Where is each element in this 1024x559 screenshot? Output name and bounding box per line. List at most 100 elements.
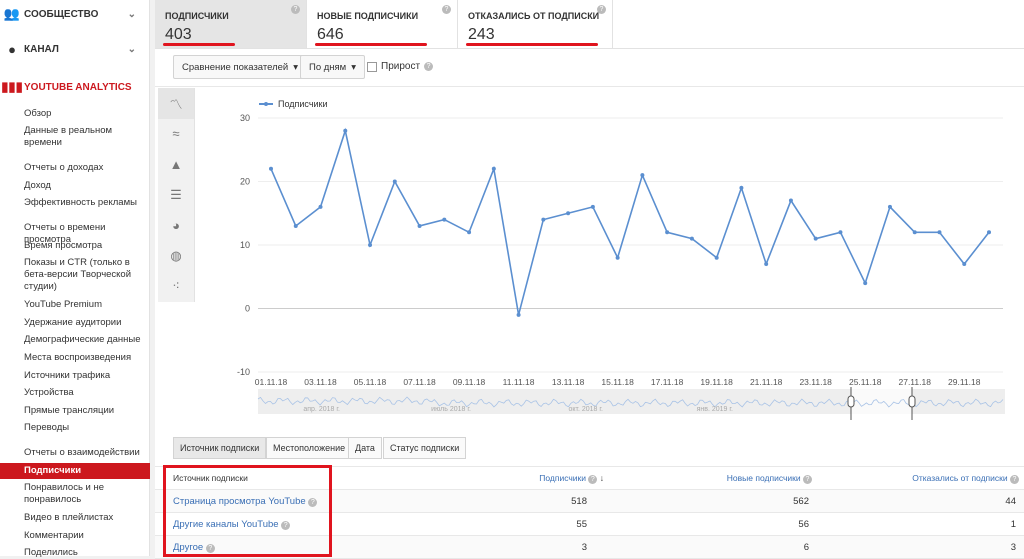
data-point — [393, 180, 397, 184]
sidebar-item[interactable]: Демографические данные — [24, 334, 142, 346]
range-handle[interactable] — [909, 396, 915, 407]
sidebar-item[interactable]: Источники трафика — [24, 370, 142, 382]
y-tick-label: -10 — [237, 367, 250, 377]
data-point — [442, 218, 446, 222]
data-point — [492, 167, 496, 171]
sidebar-item[interactable]: Доход — [24, 180, 142, 192]
sidebar-item[interactable]: Места воспроизведения — [24, 352, 142, 364]
data-point — [838, 230, 842, 234]
x-tick-label: 23.11.18 — [799, 377, 832, 387]
data-point — [789, 199, 793, 203]
help-icon: ? — [803, 475, 812, 484]
data-point — [566, 211, 570, 215]
sidebar-item[interactable]: Поделились — [24, 547, 142, 559]
sort-unsubscribed[interactable]: Отказались от подписки ? — [912, 473, 1019, 484]
data-point — [418, 224, 422, 228]
data-point — [640, 173, 644, 177]
data-point — [269, 167, 273, 171]
sidebar-item[interactable]: Отчеты о доходах — [24, 162, 142, 174]
sidebar-item[interactable]: YouTube Premium — [24, 299, 142, 311]
data-point — [665, 230, 669, 234]
main-panel: ПОДПИСЧИКИ 403 ? НОВЫЕ ПОДПИСЧИКИ 646 ? … — [155, 0, 1024, 556]
data-point — [343, 129, 347, 133]
y-tick-label: 30 — [240, 113, 250, 123]
x-tick-label: 07.11.18 — [403, 377, 436, 387]
data-point — [690, 237, 694, 241]
sort-subscribers[interactable]: Подписчики ? ↓ — [539, 473, 604, 484]
people-icon: 👥 — [0, 6, 24, 22]
sidebar-item[interactable]: Переводы — [24, 422, 142, 434]
navigator-label: июль 2018 г. — [431, 406, 471, 413]
data-point — [913, 230, 917, 234]
tab-subscription-source[interactable]: Источник подписки — [173, 437, 266, 459]
chevron-down-icon: ⌄ — [128, 44, 136, 55]
data-point — [764, 262, 768, 266]
sidebar: 👥СООБЩЕСТВО⌄ ●КАНАЛ⌄ ▮▮▮YOUTUBE ANALYTIC… — [0, 0, 150, 556]
data-point — [541, 218, 545, 222]
data-point — [368, 243, 372, 247]
x-tick-label: 29.11.18 — [948, 377, 981, 387]
data-point — [591, 205, 595, 209]
account-icon: ● — [0, 42, 24, 57]
data-point — [739, 186, 743, 190]
data-point — [814, 237, 818, 241]
data-point — [863, 281, 867, 285]
sidebar-item[interactable]: Показы и CTR (только в бета-версии Творч… — [24, 257, 142, 293]
highlight-box — [163, 465, 332, 557]
tab-subscription-status[interactable]: Статус подписки — [383, 437, 466, 459]
series-line-subscribers — [271, 131, 989, 315]
sidebar-item[interactable]: Время просмотра — [24, 240, 142, 252]
y-tick-label: 10 — [240, 240, 250, 250]
help-icon: ? — [1010, 475, 1019, 484]
data-point — [319, 205, 323, 209]
y-tick-label: 0 — [245, 304, 250, 314]
x-tick-label: 11.11.18 — [503, 377, 535, 387]
x-tick-label: 13.11.18 — [552, 377, 585, 387]
sidebar-item[interactable]: Отчеты о взаимодействии — [24, 447, 142, 459]
arrow-down-icon: ↓ — [600, 473, 604, 483]
sidebar-item[interactable]: Эффективность рекламы — [24, 197, 142, 209]
data-point — [616, 256, 620, 260]
x-tick-label: 19.11.18 — [700, 377, 733, 387]
sidebar-item[interactable]: Данные в реальном времени — [24, 125, 142, 149]
y-tick-label: 20 — [240, 177, 250, 187]
sidebar-item-subscribers[interactable]: Подписчики — [0, 463, 150, 479]
data-point — [517, 313, 521, 317]
sidebar-item[interactable]: Понравилось и не понравилось — [24, 482, 142, 506]
analytics-icon: ▮▮▮ — [0, 79, 24, 95]
range-selection — [851, 389, 912, 414]
sort-new-subscribers[interactable]: Новые подписчики ? — [727, 473, 812, 484]
data-point — [715, 256, 719, 260]
legend-marker — [264, 102, 268, 106]
x-tick-label: 17.11.18 — [651, 377, 684, 387]
x-tick-label: 09.11.18 — [453, 377, 486, 387]
data-point — [294, 224, 298, 228]
sidebar-section-community[interactable]: 👥СООБЩЕСТВО⌄ — [0, 4, 150, 24]
x-tick-label: 25.11.18 — [849, 377, 882, 387]
range-handle[interactable] — [848, 396, 854, 407]
line-chart: 30 20 10 0 -10 01.11.18 03.11.18 05.11.18 07.11.… — [155, 0, 1024, 430]
data-point — [937, 230, 941, 234]
sidebar-section-analytics[interactable]: ▮▮▮YOUTUBE ANALYTICS — [0, 77, 150, 97]
x-tick-label: 03.11.18 — [304, 377, 337, 387]
sidebar-item[interactable]: Прямые трансляции — [24, 405, 142, 417]
sidebar-item[interactable]: Комментарии — [24, 530, 142, 542]
x-tick-label: 01.11.18 — [255, 377, 288, 387]
help-icon: ? — [588, 475, 597, 484]
tab-date[interactable]: Дата — [348, 437, 382, 459]
x-tick-label: 15.11.18 — [601, 377, 634, 387]
sidebar-item[interactable]: Обзор — [24, 108, 142, 120]
x-tick-label: 27.11.18 — [898, 377, 931, 387]
sidebar-section-channel[interactable]: ●КАНАЛ⌄ — [0, 39, 150, 59]
navigator-label: апр. 2018 г. — [303, 406, 340, 413]
legend-label: Подписчики — [278, 99, 328, 109]
navigator-label: окт. 2018 г. — [568, 406, 603, 413]
data-point — [962, 262, 966, 266]
x-tick-label: 05.11.18 — [354, 377, 387, 387]
data-point — [467, 230, 471, 234]
sidebar-item[interactable]: Устройства — [24, 387, 142, 399]
data-point — [888, 205, 892, 209]
sidebar-item[interactable]: Видео в плейлистах — [24, 512, 142, 524]
tab-location[interactable]: Местоположение — [266, 437, 352, 459]
sidebar-item[interactable]: Удержание аудитории — [24, 317, 142, 329]
